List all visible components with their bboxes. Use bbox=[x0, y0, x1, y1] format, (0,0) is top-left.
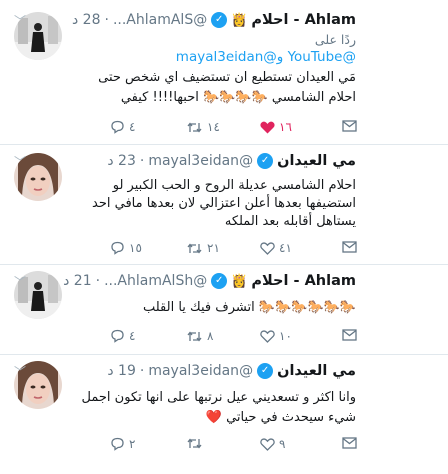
reply-button[interactable]: ٤ bbox=[110, 329, 135, 343]
verified-badge-icon: ✓ bbox=[257, 153, 274, 169]
retweet-icon bbox=[187, 121, 202, 133]
reply-icon bbox=[111, 120, 124, 134]
tweet-header: Ahlam - احلام 👸 ✓ @AhlamAlSh... · 21 د bbox=[63, 273, 356, 289]
tweet-header: مي العيدان ✓ @mayal3eidan · 19 د bbox=[107, 363, 356, 379]
tweet-text-line-2: استضيفها بعدها أعلن اعتزالي لان بعدها ما… bbox=[92, 196, 356, 211]
tweet-text-line-1: احلام الشامسي عديلة الروح و الحب الكبير … bbox=[112, 178, 356, 193]
reply-to-label: ردًا على bbox=[314, 32, 356, 47]
display-name[interactable]: مي العيدان bbox=[277, 153, 356, 169]
timestamp[interactable]: 23 د bbox=[107, 153, 136, 169]
chevron-down-icon[interactable]: ﹀ bbox=[14, 273, 26, 290]
tweet-2[interactable]: مي العيدان ✓ @mayal3eidan · 23 د ﹀ احلام… bbox=[0, 145, 448, 265]
reply-count: ١٥ bbox=[129, 241, 142, 255]
envelope-icon bbox=[342, 120, 357, 132]
like-button[interactable]: ٤١ bbox=[260, 241, 292, 255]
like-count: ٩ bbox=[279, 437, 286, 451]
message-button[interactable] bbox=[342, 120, 357, 132]
retweet-count: ٢١ bbox=[207, 241, 220, 255]
tweet-text-line-1: 🐎🐎🐎🐎🐎🐎 اتشرف فيك يا القلب bbox=[142, 300, 356, 315]
tweet-text-line-1: مَي العيدان تستطيع ان تستضيف اي شخص حتى bbox=[98, 70, 356, 85]
like-button[interactable]: ٩ bbox=[260, 437, 285, 451]
tweet-header: Ahlam - احلام 👸 ✓ @AhlamAlS... · 28 د bbox=[71, 12, 356, 28]
display-name[interactable]: Ahlam - احلام bbox=[251, 12, 356, 28]
reply-button[interactable]: ٤ bbox=[110, 120, 135, 134]
envelope-icon bbox=[342, 329, 357, 341]
message-button[interactable] bbox=[342, 329, 357, 341]
reply-icon bbox=[111, 437, 124, 451]
tweet-actions: ٢ ٩ bbox=[0, 437, 448, 455]
timestamp[interactable]: 19 د bbox=[107, 363, 136, 379]
reply-button[interactable]: ١٥ bbox=[110, 241, 142, 255]
retweet-button[interactable] bbox=[186, 437, 207, 450]
verified-badge-icon: ✓ bbox=[211, 12, 228, 28]
chevron-down-icon[interactable]: ﹀ bbox=[14, 12, 26, 29]
retweet-button[interactable]: ١٤ bbox=[186, 120, 220, 134]
user-handle[interactable]: @mayal3eidan bbox=[148, 363, 253, 379]
like-count: ١٠ bbox=[279, 329, 292, 343]
tweet-4[interactable]: مي العيدان ✓ @mayal3eidan · 19 د ﹀ وانا … bbox=[0, 355, 448, 474]
tweet-text-line-1: وانا اكثر و تسعديني عيل نرتبها على انها … bbox=[81, 390, 356, 405]
retweet-icon bbox=[187, 242, 202, 254]
chevron-down-icon[interactable]: ﹀ bbox=[14, 363, 26, 380]
retweet-button[interactable]: ٢١ bbox=[186, 241, 220, 255]
mentions[interactable]: @YouTube و@mayal3eidan bbox=[14, 49, 356, 65]
retweet-count: ٨ bbox=[207, 329, 214, 343]
reply-count: ٢ bbox=[129, 437, 136, 451]
heart-outline-icon bbox=[260, 241, 275, 255]
user-handle[interactable]: @AhlamAlS... bbox=[113, 12, 207, 28]
tweet-actions: ١٥ ٢١ ٤١ bbox=[0, 241, 448, 259]
tweet-text-line-3: يستاهل أقابله بعد الملكه bbox=[224, 214, 356, 229]
retweet-count: ١٤ bbox=[207, 120, 220, 134]
display-name[interactable]: مي العيدان bbox=[277, 363, 356, 379]
tweet-actions: ٤ ٨ ١٠ bbox=[0, 329, 448, 347]
verified-badge-icon: ✓ bbox=[211, 273, 228, 289]
timestamp[interactable]: 21 د bbox=[63, 273, 92, 289]
tweet-header: مي العيدان ✓ @mayal3eidan · 23 د bbox=[107, 153, 356, 169]
tweet-text-line-2: احلام الشامسي 🐎🐎🐎🐎 احبها!!!! كيفي bbox=[120, 90, 356, 105]
reply-button[interactable]: ٢ bbox=[110, 437, 135, 451]
tweet-1[interactable]: Ahlam - احلام 👸 ✓ @AhlamAlS... · 28 د ﹀ … bbox=[0, 0, 448, 145]
verified-badge-icon: ✓ bbox=[257, 363, 274, 379]
envelope-icon bbox=[342, 437, 357, 449]
user-handle[interactable]: @AhlamAlSh... bbox=[104, 273, 207, 289]
heart-outline-icon bbox=[260, 329, 275, 343]
tweet-text-line-2: شيء سيحدث في حياتي ❤️ bbox=[205, 410, 356, 425]
reply-count: ٤ bbox=[129, 120, 136, 134]
chevron-down-icon[interactable]: ﹀ bbox=[14, 153, 26, 170]
message-button[interactable] bbox=[342, 437, 357, 449]
like-button[interactable]: ١٦ bbox=[260, 120, 292, 134]
tweet-3[interactable]: Ahlam - احلام 👸 ✓ @AhlamAlSh... · 21 د ﹀… bbox=[0, 265, 448, 355]
user-handle[interactable]: @mayal3eidan bbox=[148, 153, 253, 169]
envelope-icon bbox=[342, 241, 357, 253]
like-count: ١٦ bbox=[279, 120, 292, 134]
like-button[interactable]: ١٠ bbox=[260, 329, 292, 343]
retweet-icon bbox=[187, 330, 202, 342]
reply-icon bbox=[111, 241, 124, 255]
crown-emoji: 👸 bbox=[231, 12, 248, 28]
retweet-icon bbox=[187, 438, 202, 449]
reply-count: ٤ bbox=[129, 329, 136, 343]
reply-icon bbox=[111, 329, 124, 343]
retweet-button[interactable]: ٨ bbox=[186, 329, 213, 343]
heart-outline-icon bbox=[260, 437, 275, 451]
crown-emoji: 👸 bbox=[231, 273, 248, 289]
like-count: ٤١ bbox=[279, 241, 292, 255]
tweet-actions: ٤ ١٤ ١٦ bbox=[0, 120, 448, 138]
heart-icon bbox=[260, 121, 275, 133]
message-button[interactable] bbox=[342, 241, 357, 253]
display-name[interactable]: Ahlam - احلام bbox=[251, 273, 356, 289]
timestamp[interactable]: 28 د bbox=[72, 12, 101, 28]
